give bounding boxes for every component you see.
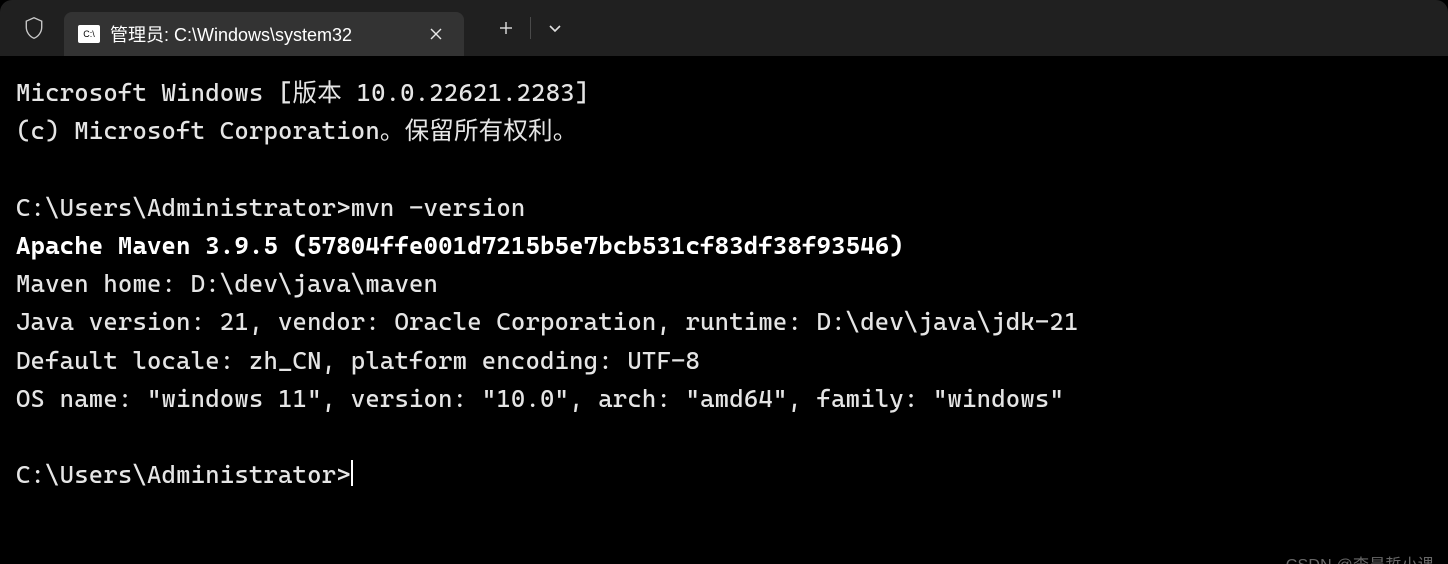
java-version-line: Java version: 21, vendor: Oracle Corpora… — [16, 307, 1079, 336]
output-line: Microsoft Windows [版本 10.0.22621.2283] — [16, 78, 589, 107]
maven-version-line: Apache Maven 3.9.5 (57804ffe001d7215b5e7… — [16, 231, 904, 260]
close-tab-button[interactable] — [422, 20, 450, 48]
terminal-body[interactable]: Microsoft Windows [版本 10.0.22621.2283] (… — [0, 56, 1448, 564]
tab-dropdown-button[interactable] — [531, 6, 579, 50]
tab-title: 管理员: C:\Windows\system32 — [110, 21, 414, 47]
os-line: OS name: "windows 11", version: "10.0", … — [16, 384, 1064, 413]
output-line: (c) Microsoft Corporation。保留所有权利。 — [16, 116, 578, 145]
locale-line: Default locale: zh_CN, platform encoding… — [16, 346, 700, 375]
new-tab-button[interactable] — [482, 6, 530, 50]
shield-icon — [10, 16, 58, 40]
tab-actions — [482, 6, 579, 50]
maven-home-line: Maven home: D:\dev\java\maven — [16, 269, 438, 298]
titlebar: C:\ 管理员: C:\Windows\system32 — [0, 0, 1448, 56]
cmd-icon: C:\ — [78, 25, 100, 43]
prompt-path: C:\Users\Administrator> — [16, 460, 351, 489]
active-tab[interactable]: C:\ 管理员: C:\Windows\system32 — [64, 12, 464, 56]
cursor — [351, 460, 353, 486]
terminal-window: C:\ 管理员: C:\Windows\system32 Microsoft W… — [0, 0, 1448, 564]
prompt-path: C:\Users\Administrator> — [16, 193, 351, 222]
watermark: CSDN @李昊哲小课 — [1286, 554, 1434, 564]
entered-command: mvn -version — [351, 193, 526, 222]
